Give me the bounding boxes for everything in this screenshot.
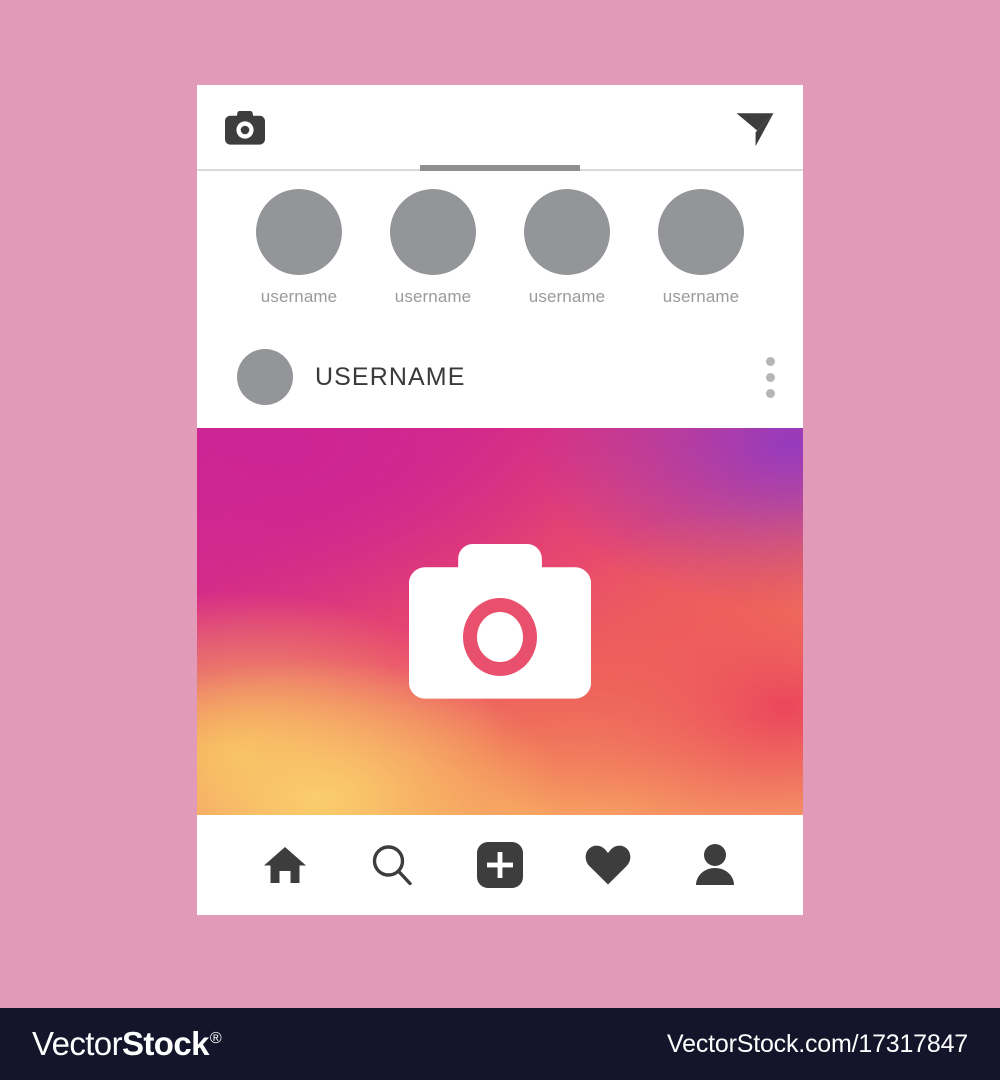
story-item[interactable]: username (522, 189, 612, 307)
post-username-label[interactable]: USERNAME (315, 363, 765, 392)
story-item[interactable]: username (388, 189, 478, 307)
logo-text-bold: Stock (121, 1025, 209, 1062)
direct-messages-button[interactable] (732, 105, 778, 151)
registered-trademark-symbol: ® (209, 1030, 222, 1047)
post-photo[interactable] (197, 428, 803, 815)
story-username-label: username (528, 287, 606, 306)
nav-item-activity[interactable] (577, 834, 639, 896)
app-top-bar (197, 85, 803, 171)
avatar (390, 189, 476, 275)
camera-icon (225, 111, 265, 145)
camera-icon (409, 544, 591, 699)
vectorstock-logo: Vector Stock ® (32, 1025, 222, 1063)
heart-icon (585, 845, 630, 885)
story-item[interactable]: username (656, 189, 746, 307)
logo-text-thin: Vector (32, 1025, 123, 1062)
post-header: USERNAME (197, 326, 803, 428)
avatar (256, 189, 342, 275)
home-icon (263, 847, 306, 883)
person-icon (696, 844, 735, 885)
story-item[interactable]: username (254, 189, 344, 307)
story-username-label: username (662, 287, 740, 306)
nav-item-home[interactable] (254, 834, 316, 896)
phone-app-card: username username username username USER… (197, 85, 803, 915)
avatar (524, 189, 610, 275)
camera-button[interactable] (222, 105, 268, 151)
kebab-dot (765, 356, 775, 366)
nav-item-profile[interactable] (684, 834, 746, 896)
nav-item-add[interactable] (469, 834, 531, 896)
active-tab-indicator[interactable] (420, 165, 580, 171)
vectorstock-url: VectorStock.com/17317847 (667, 1029, 968, 1058)
avatar[interactable] (237, 349, 293, 405)
story-username-label: username (394, 287, 472, 306)
avatar (658, 189, 744, 275)
vectorstock-watermark-bar: Vector Stock ® VectorStock.com/17317847 (0, 1008, 1000, 1080)
screenshot-root: username username username username USER… (0, 0, 1000, 1080)
plus-square-icon (476, 842, 523, 888)
stories-strip: username username username username (197, 171, 803, 326)
story-username-label: username (260, 287, 338, 306)
kebab-dot (765, 372, 775, 382)
kebab-dot (765, 388, 775, 398)
nav-item-search[interactable] (361, 834, 423, 896)
search-icon (373, 845, 413, 886)
more-options-vertical-icon[interactable] (765, 356, 775, 398)
send-paper-plane-icon (736, 113, 774, 147)
bottom-navigation-bar (197, 815, 803, 915)
